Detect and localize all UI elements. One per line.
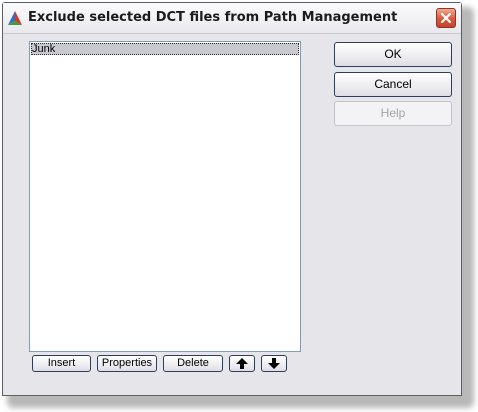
move-down-button[interactable] xyxy=(261,355,287,372)
move-up-button[interactable] xyxy=(229,355,255,372)
close-button[interactable] xyxy=(436,8,456,28)
delete-button-label: Delete xyxy=(177,357,209,369)
dct-files-list[interactable]: Junk xyxy=(29,41,301,352)
delete-button[interactable]: Delete xyxy=(163,355,223,372)
ok-button[interactable]: OK xyxy=(334,42,452,67)
exclude-dct-dialog: Exclude selected DCT files from Path Man… xyxy=(2,2,462,396)
title-bar[interactable]: Exclude selected DCT files from Path Man… xyxy=(3,3,461,34)
help-button[interactable]: Help xyxy=(334,101,452,126)
autodesk-triangle-icon xyxy=(8,11,22,25)
arrow-down-icon xyxy=(268,358,280,369)
properties-button-label: Properties xyxy=(101,357,153,369)
close-icon xyxy=(440,12,452,24)
cancel-button[interactable]: Cancel xyxy=(334,72,452,97)
window-title: Exclude selected DCT files from Path Man… xyxy=(28,10,398,25)
arrow-up-icon xyxy=(236,358,248,369)
properties-button[interactable]: Properties xyxy=(97,355,157,372)
insert-button[interactable]: Insert xyxy=(32,355,91,372)
insert-button-label: Insert xyxy=(47,357,76,369)
list-item[interactable]: Junk xyxy=(31,43,299,55)
